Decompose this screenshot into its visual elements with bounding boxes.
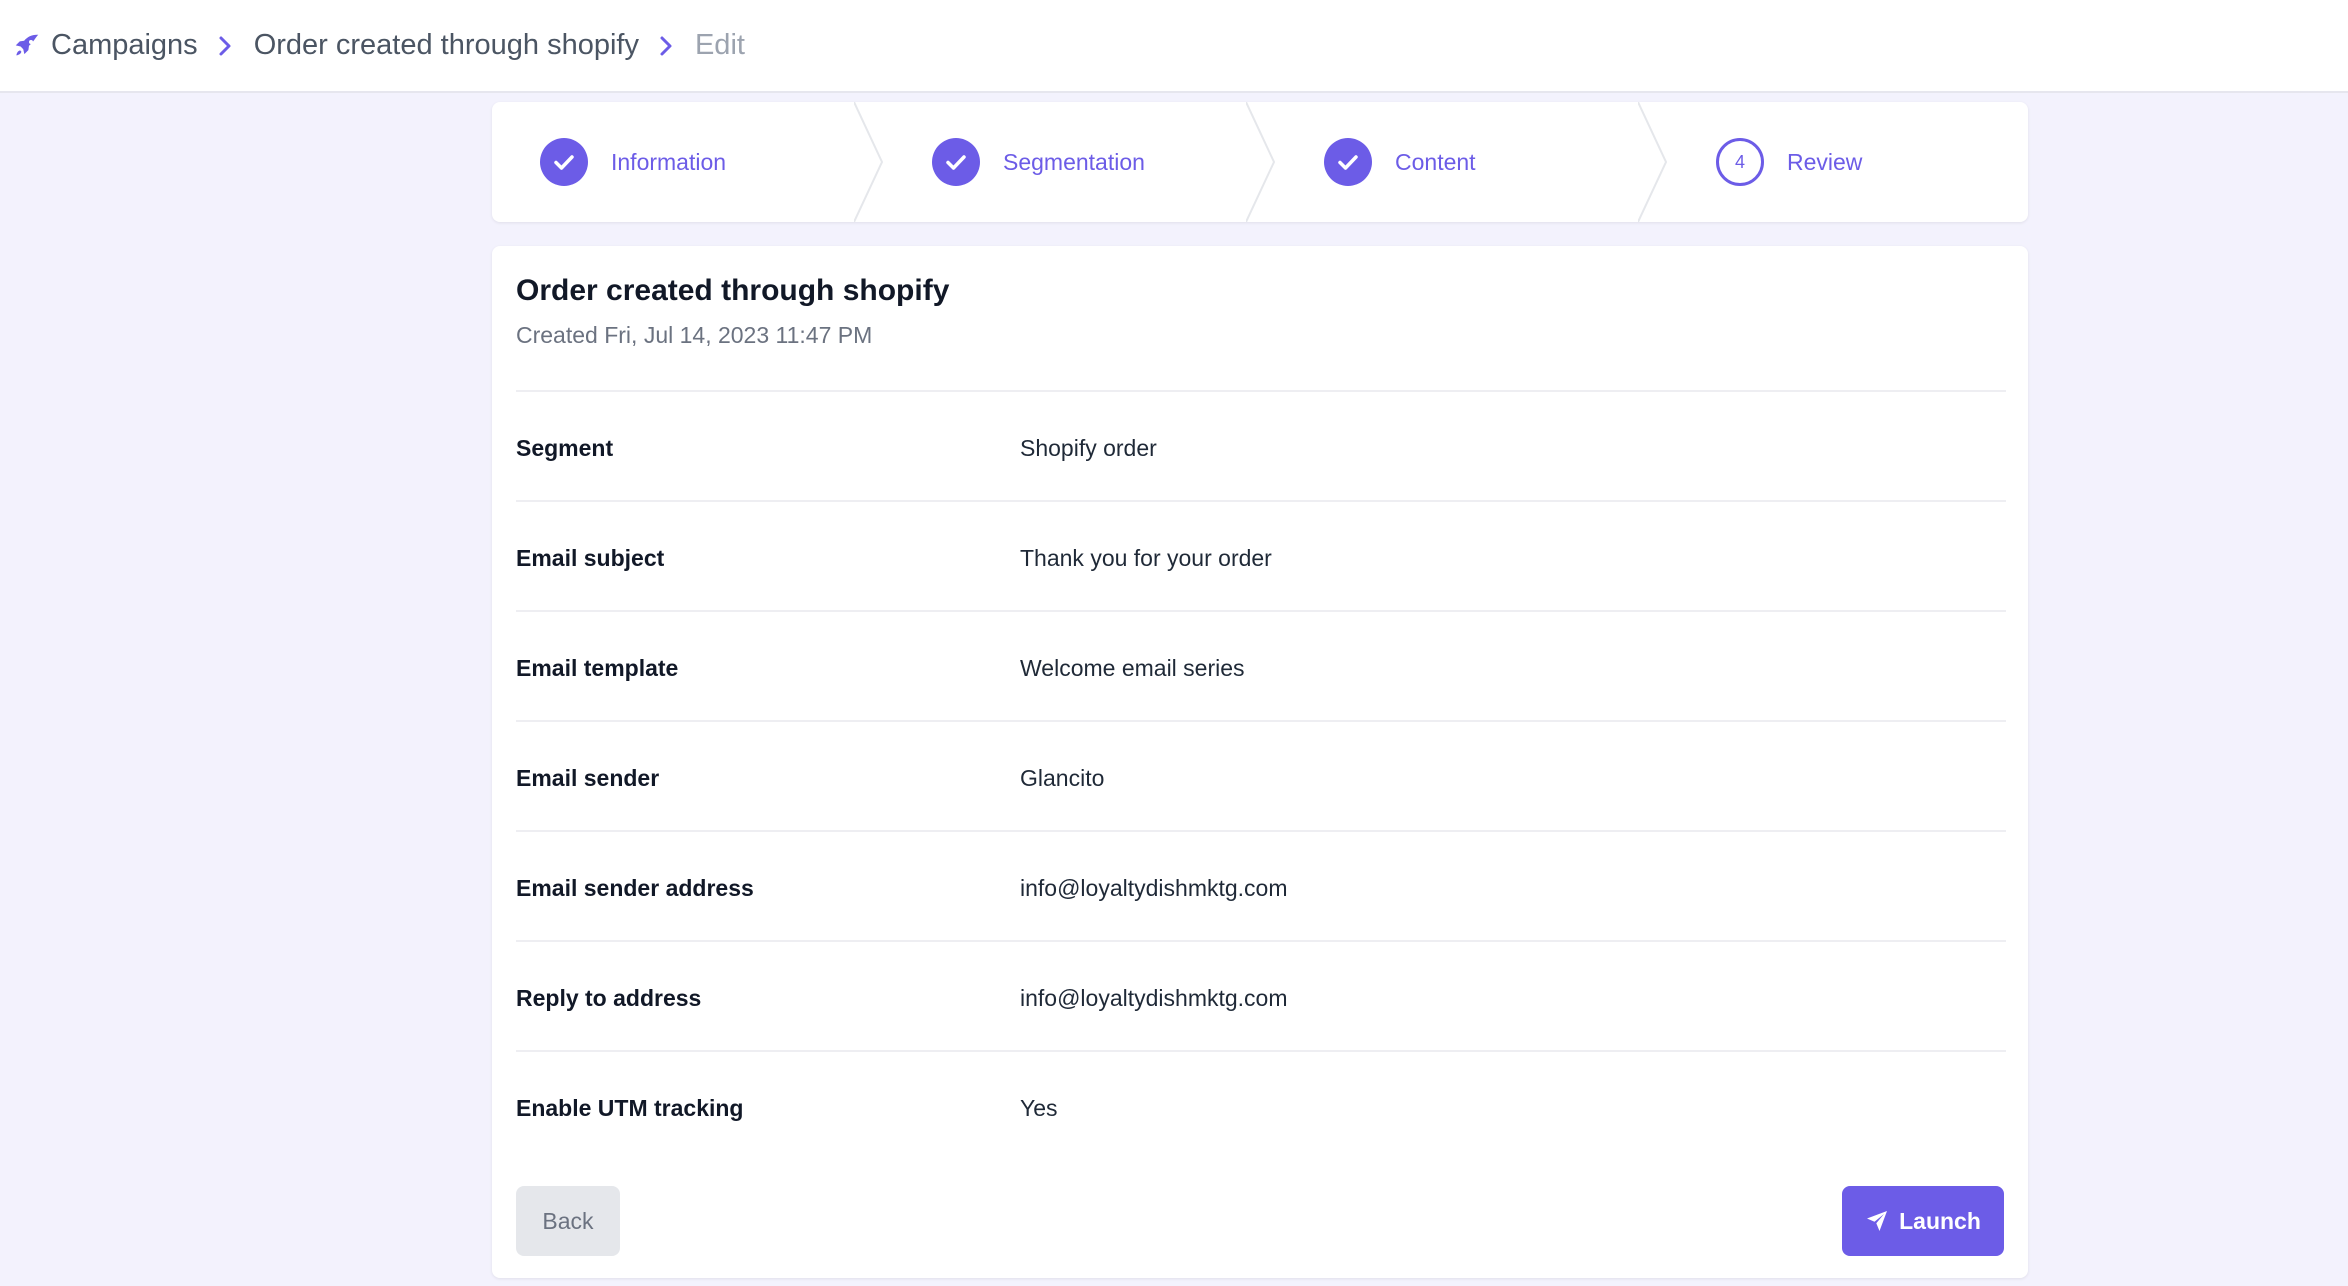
breadcrumb-campaigns[interactable]: Campaigns <box>51 29 198 62</box>
step-review[interactable]: 4 Review <box>1716 102 1862 222</box>
paper-plane-icon <box>1865 1209 1889 1233</box>
campaign-title: Order created through shopify <box>516 274 950 307</box>
detail-key: Enable UTM tracking <box>516 1095 744 1121</box>
launch-label: Launch <box>1899 1207 1981 1234</box>
step-content[interactable]: Content <box>1324 102 1476 222</box>
detail-key: Email subject <box>516 545 665 571</box>
detail-row-utm-tracking: Enable UTM tracking Yes <box>516 1050 2006 1154</box>
detail-row-email-subject: Email subject Thank you for your order <box>516 500 2006 610</box>
detail-key: Email sender address <box>516 875 754 901</box>
step-label: Segmentation <box>1003 148 1145 175</box>
detail-row-email-sender: Email sender Glancito <box>516 720 2006 830</box>
step-divider <box>1246 102 1276 222</box>
detail-value: Yes <box>1020 1095 1058 1121</box>
detail-key: Segment <box>516 435 614 461</box>
detail-row-email-template: Email template Welcome email series <box>516 610 2006 720</box>
launch-button[interactable]: Launch <box>1842 1186 2004 1256</box>
detail-key: Reply to address <box>516 985 702 1011</box>
step-label: Content <box>1395 148 1476 175</box>
detail-value: Glancito <box>1020 765 1105 791</box>
back-button[interactable]: Back <box>516 1186 620 1256</box>
breadcrumb-edit: Edit <box>694 29 745 61</box>
detail-value: Thank you for your order <box>1020 545 1272 571</box>
step-segmentation[interactable]: Segmentation <box>932 102 1145 222</box>
detail-row-segment: Segment Shopify order <box>516 390 2006 500</box>
step-wizard: Information Segmentation Content 4 Revie… <box>492 102 2028 222</box>
step-information[interactable]: Information <box>540 102 726 222</box>
check-icon <box>1324 138 1372 186</box>
detail-value: Shopify order <box>1020 435 1157 461</box>
step-divider <box>1638 102 1668 222</box>
detail-value: info@loyaltydishmktg.com <box>1020 875 1288 901</box>
detail-row-email-sender-address: Email sender address info@loyaltydishmkt… <box>516 830 2006 940</box>
detail-key: Email template <box>516 655 679 681</box>
step-divider <box>854 102 884 222</box>
detail-key: Email sender <box>516 765 660 791</box>
detail-row-reply-to-address: Reply to address info@loyaltydishmktg.co… <box>516 940 2006 1050</box>
chevron-right-icon <box>655 35 677 57</box>
chevron-right-icon <box>214 35 236 57</box>
rocket-icon <box>12 31 42 61</box>
detail-value: Welcome email series <box>1020 655 1245 681</box>
step-number: 4 <box>1716 138 1764 186</box>
check-icon <box>540 138 588 186</box>
breadcrumb-campaign-name[interactable]: Order created through shopify <box>254 29 639 62</box>
detail-value: info@loyaltydishmktg.com <box>1020 985 1288 1011</box>
step-label: Information <box>611 148 727 175</box>
top-bar: Campaigns Order created through shopify … <box>0 0 2348 93</box>
check-icon <box>932 138 980 186</box>
review-card: Order created through shopify Created Fr… <box>492 246 2028 1278</box>
step-label: Review <box>1787 148 1863 175</box>
campaign-created-date: Created Fri, Jul 14, 2023 11:47 PM <box>516 322 873 348</box>
campaign-details: Segment Shopify order Email subject Than… <box>516 390 2006 1154</box>
